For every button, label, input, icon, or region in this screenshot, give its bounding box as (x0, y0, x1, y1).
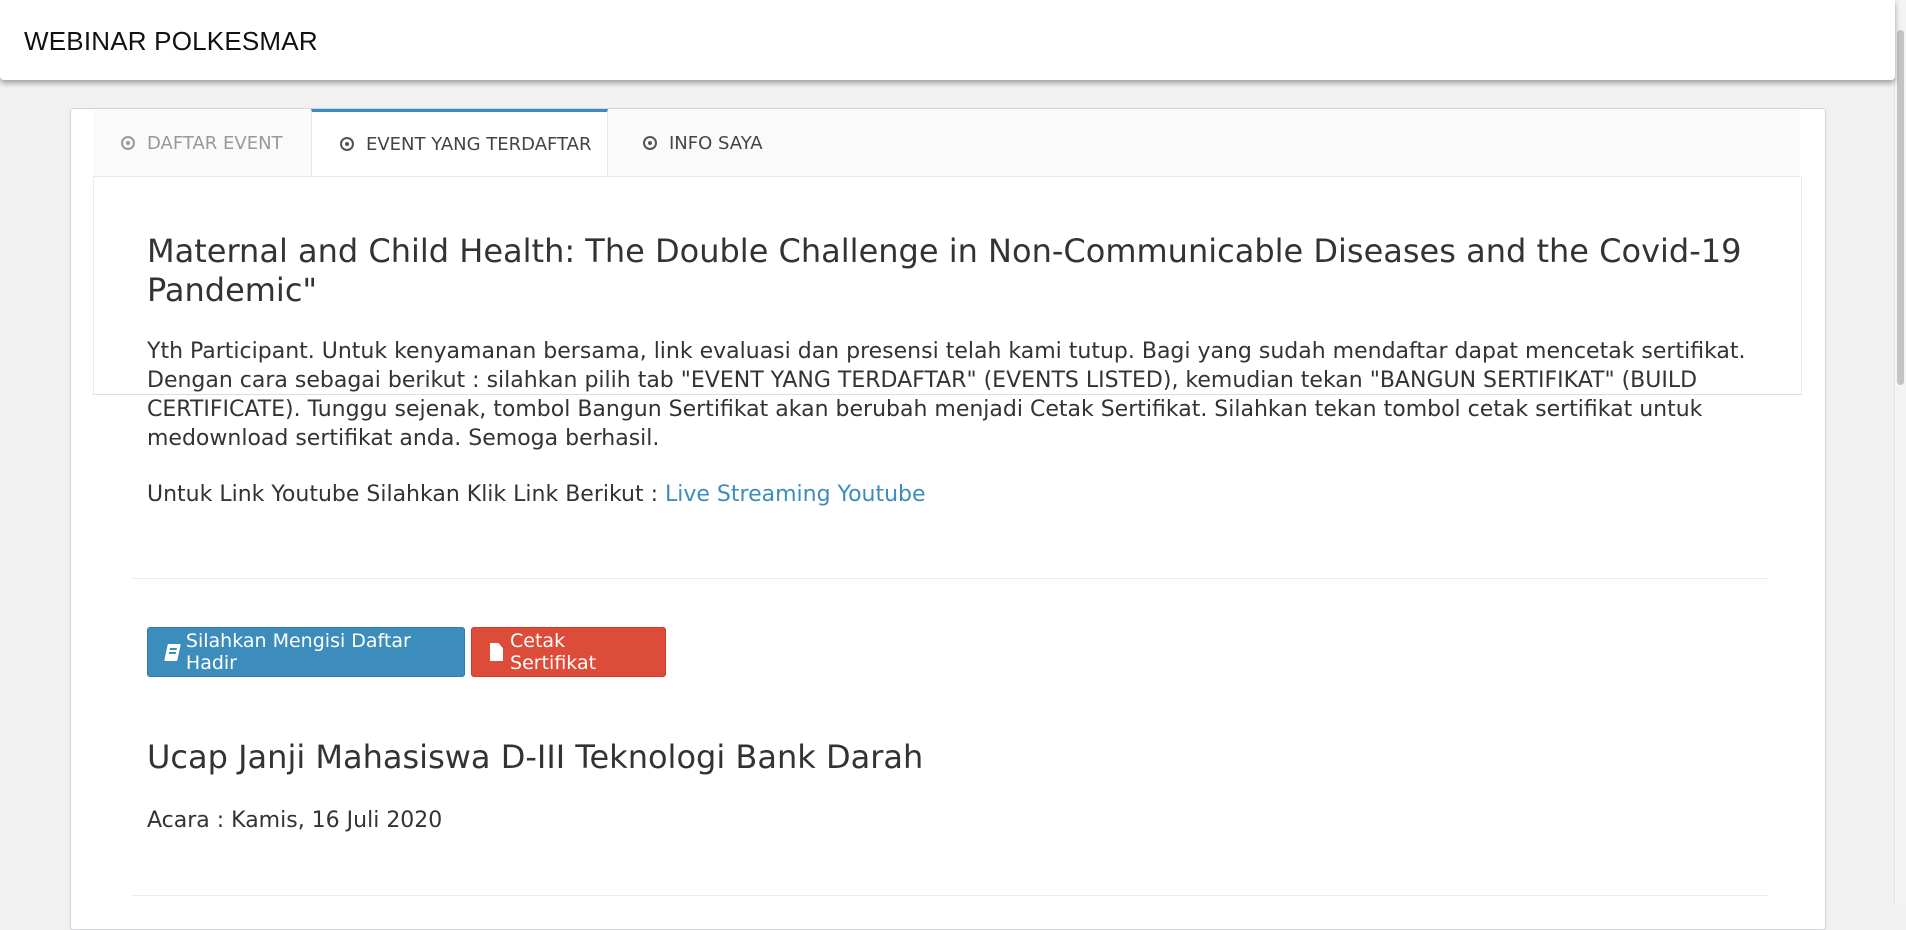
radio-icon (340, 137, 354, 151)
section-divider (132, 578, 1768, 579)
youtube-prefix: Untuk Link Youtube Silahkan Klik Link Be… (147, 482, 666, 507)
youtube-link[interactable]: Live Streaming Youtube (665, 482, 926, 507)
scrollbar-thumb[interactable] (1897, 30, 1904, 385)
tab-label: EVENT YANG TERDAFTAR (366, 133, 592, 155)
app-header: WEBINAR POLKESMAR (0, 0, 1895, 80)
event-title: Maternal and Child Health: The Double Ch… (147, 232, 1742, 309)
section-divider (132, 895, 1768, 896)
app-title: WEBINAR POLKESMAR (24, 26, 318, 56)
print-certificate-label: Cetak Sertifikat (510, 630, 597, 674)
tab-daftar-event[interactable]: DAFTAR EVENT (93, 110, 309, 176)
print-certificate-button[interactable]: Cetak Sertifikat (471, 627, 666, 677)
tab-info-saya[interactable]: INFO SAYA (615, 110, 805, 176)
file-icon (490, 643, 504, 661)
tab-label: INFO SAYA (669, 132, 763, 154)
attendance-button-label: Silahkan Mengisi Daftar Hadir (185, 630, 411, 674)
page-scrollbar[interactable] (1894, 0, 1906, 905)
radio-icon (121, 136, 135, 150)
tab-event-yang-terdaftar[interactable]: EVENT YANG TERDAFTAR (311, 109, 608, 176)
tab-label: DAFTAR EVENT (147, 132, 283, 154)
event-notice: Yth Participant. Untuk kenyamanan bersam… (147, 339, 1746, 451)
radio-icon (643, 136, 657, 150)
event2-title: Ucap Janji Mahasiswa D-III Teknologi Ban… (147, 738, 924, 776)
event-content: Maternal and Child Health: The Double Ch… (147, 232, 1767, 509)
youtube-line: Untuk Link Youtube Silahkan Klik Link Be… (147, 480, 1767, 509)
book-icon (164, 643, 181, 661)
attendance-button[interactable]: Silahkan Mengisi Daftar Hadir (147, 627, 465, 677)
event2-date: Acara : Kamis, 16 Juli 2020 (147, 808, 443, 833)
